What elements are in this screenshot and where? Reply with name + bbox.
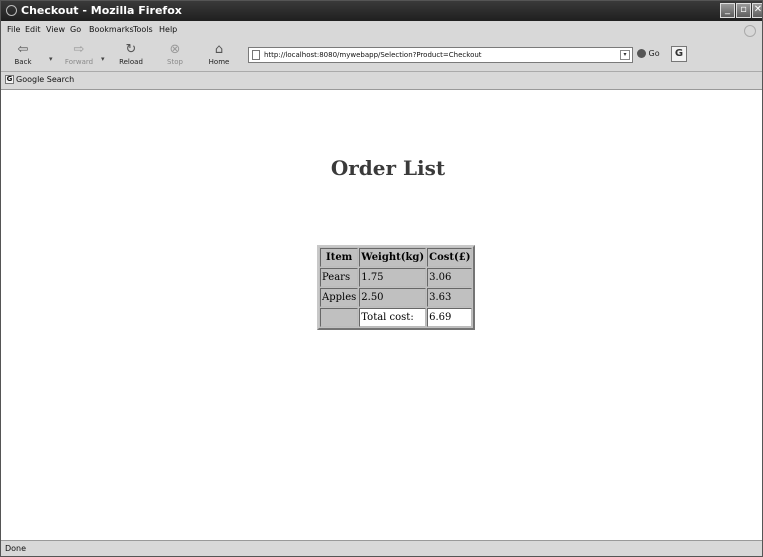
forward-button[interactable]: ⇨ Forward [61,41,97,69]
cell-empty [320,308,359,327]
column-header-item: Item [320,248,359,267]
url-dropdown-icon[interactable]: ▾ [620,50,630,60]
google-search-icon[interactable]: G [671,46,687,62]
home-icon: ⌂ [214,42,224,57]
forward-dropdown-icon[interactable]: ▾ [101,55,105,63]
page-title: Order List [330,156,446,180]
stop-icon: ⊗ [169,42,181,57]
google-icon: G [5,75,14,84]
menu-help[interactable]: Help [159,25,177,34]
firefox-icon [6,5,17,16]
close-button[interactable]: ✕ [752,3,762,18]
bookmarks-toolbar: G Google Search [1,72,762,90]
column-header-cost: Cost(£) [427,248,473,267]
cell-item: Pears [320,268,359,287]
title-bar: Checkout - Mozilla Firefox _ ▫ ✕ [1,1,762,21]
navigation-toolbar: ⇦ Back ▾ ⇨ Forward ▾ ↻ Reload ⊗ Stop ⌂ H… [1,39,762,72]
cell-weight: 1.75 [359,268,427,287]
table-total-row: Total cost: 6.69 [320,308,473,327]
go-button[interactable]: Go [637,49,660,58]
status-bar: Done [1,540,762,556]
menu-go[interactable]: Go [70,25,81,34]
status-text: Done [5,544,27,553]
back-label: Back [14,58,32,66]
back-button[interactable]: ⇦ Back [5,41,41,69]
page-content: Order List Item Weight(kg) Cost(£) Pears… [1,90,762,540]
menu-tools[interactable]: Tools [133,25,153,34]
menu-bar: File Edit View Go Bookmarks Tools Help [1,21,762,39]
cell-item: Apples [320,288,359,307]
order-table: Item Weight(kg) Cost(£) Pears 1.75 3.06 … [317,245,476,330]
total-label: Total cost: [359,308,427,327]
forward-arrow-icon: ⇨ [73,42,85,57]
home-button[interactable]: ⌂ Home [201,41,237,69]
go-icon [637,49,646,58]
cell-cost: 3.06 [427,268,473,287]
table-row: Pears 1.75 3.06 [320,268,473,287]
maximize-button[interactable]: ▫ [736,3,751,18]
stop-label: Stop [167,58,183,66]
go-label: Go [648,49,660,58]
table-header-row: Item Weight(kg) Cost(£) [320,248,473,267]
cell-weight: 2.50 [359,288,427,307]
stop-button[interactable]: ⊗ Stop [157,41,193,69]
forward-label: Forward [64,58,94,66]
menu-bookmarks[interactable]: Bookmarks [89,25,134,34]
back-arrow-icon: ⇦ [17,42,29,57]
table-row: Apples 2.50 3.63 [320,288,473,307]
column-header-weight: Weight(kg) [359,248,427,267]
browser-window: Checkout - Mozilla Firefox _ ▫ ✕ File Ed… [0,0,763,557]
menu-view[interactable]: View [46,25,65,34]
minimize-button[interactable]: _ [720,3,735,18]
reload-icon: ↻ [125,42,137,57]
reload-label: Reload [119,58,143,66]
total-value: 6.69 [427,308,473,327]
menu-file[interactable]: File [7,25,20,34]
bookmark-label: Google Search [16,75,75,84]
url-text[interactable]: http://localhost:8080/mywebapp/Selection… [264,51,482,59]
bookmark-google-search[interactable]: G Google Search [5,75,74,84]
throbber-icon [744,25,756,37]
window-title: Checkout - Mozilla Firefox [21,4,182,17]
back-dropdown-icon[interactable]: ▾ [49,55,53,63]
address-bar[interactable]: http://localhost:8080/mywebapp/Selection… [248,47,633,63]
reload-button[interactable]: ↻ Reload [113,41,149,69]
menu-edit[interactable]: Edit [25,25,41,34]
cell-cost: 3.63 [427,288,473,307]
home-label: Home [208,58,230,66]
page-icon [252,50,260,60]
